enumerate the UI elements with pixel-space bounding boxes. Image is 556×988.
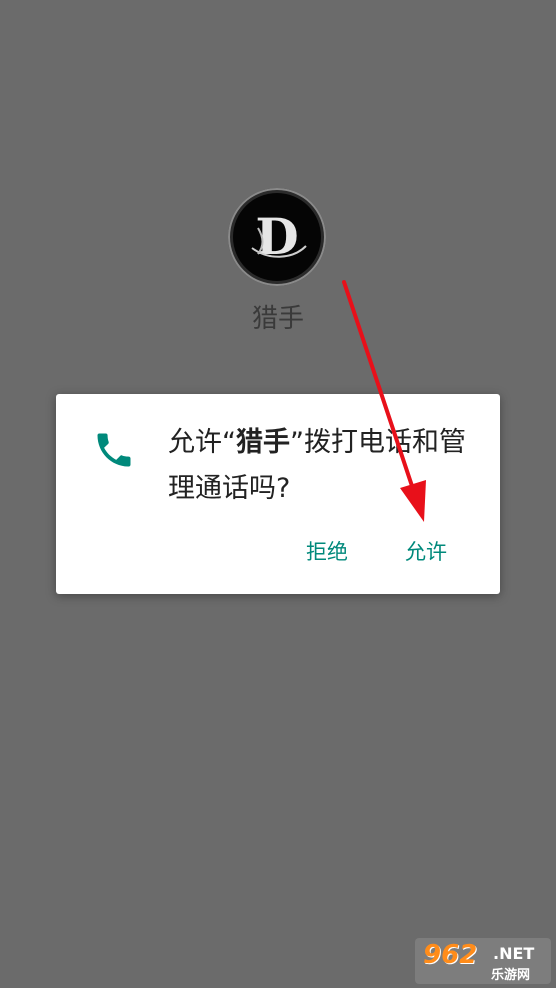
dialog-message: 允许“猎手”拨打电话和管理通话吗? (168, 420, 478, 512)
watermark-number: 962 (423, 940, 478, 970)
app-logo-icon: D (233, 193, 321, 281)
app-icon: D (228, 188, 326, 286)
message-app-name: 猎手 (236, 427, 290, 458)
watermark-domain: .NET (493, 944, 535, 963)
phone-icon (97, 433, 131, 467)
watermark-logo: 962 .NET 乐游网 (415, 938, 551, 984)
allow-button[interactable]: 允许 (405, 536, 447, 566)
deny-button[interactable]: 拒绝 (306, 536, 348, 566)
permission-screen: D 猎手 允许“猎手”拨打电话和管理通话吗? 拒绝 允许 962 .NET 乐游… (0, 0, 556, 988)
permission-dialog: 允许“猎手”拨打电话和管理通话吗? 拒绝 允许 (56, 394, 500, 594)
app-name-label: 猎手 (251, 304, 304, 334)
message-prefix: 允许“ (168, 427, 236, 458)
watermark-subtitle: 乐游网 (491, 968, 531, 983)
